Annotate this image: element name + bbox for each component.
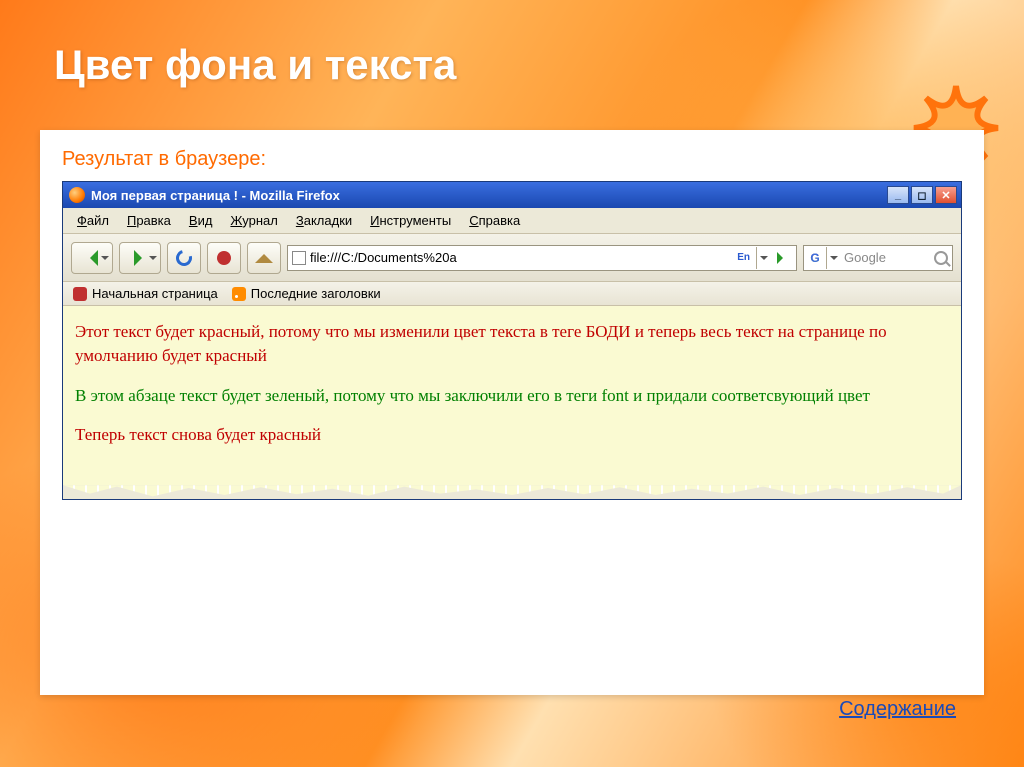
arrow-right-icon (134, 250, 150, 266)
firefox-menubar: Файл Правка Вид Журнал Закладки Инструме… (63, 208, 961, 234)
minimize-button[interactable]: _ (887, 186, 909, 204)
stop-icon (217, 251, 231, 265)
back-button[interactable] (71, 242, 113, 274)
slide-title: Цвет фона и текста (54, 41, 456, 89)
result-label: Результат в браузере: (62, 148, 962, 171)
title-band: Цвет фона и текста (0, 0, 1024, 130)
search-placeholder: Google (844, 250, 930, 265)
rendered-page: Этот текст будет красный, потому что мы … (63, 306, 961, 485)
search-engine-dropdown[interactable] (826, 247, 840, 269)
lang-indicator: En (735, 252, 752, 263)
firefox-window: Моя первая страница ! - Mozilla Firefox … (62, 181, 962, 500)
reload-button[interactable] (167, 242, 201, 274)
paragraph-green: В этом абзаце текст будет зеленый, потом… (75, 384, 949, 408)
search-bar[interactable]: G Google (803, 245, 953, 271)
search-icon[interactable] (934, 251, 948, 265)
firefox-toolbar: file:///C:/Documents%20a En G Google (63, 234, 961, 282)
paragraph-red-2: Теперь текст снова будет красный (75, 423, 949, 447)
menu-bookmarks[interactable]: Закладки (290, 211, 358, 230)
page-icon (292, 251, 306, 265)
maximize-button[interactable]: ◻ (911, 186, 933, 204)
home-icon (255, 245, 273, 263)
arrow-left-icon (82, 250, 98, 266)
rss-icon (232, 287, 246, 301)
menu-help[interactable]: Справка (463, 211, 526, 230)
close-button[interactable]: ✕ (935, 186, 957, 204)
contents-link[interactable]: Содержание (839, 698, 956, 721)
url-text: file:///C:/Documents%20a (310, 250, 731, 265)
url-bar[interactable]: file:///C:/Documents%20a En (287, 245, 797, 271)
url-dropdown[interactable] (756, 247, 770, 269)
content-panel: Результат в браузере: Моя первая страниц… (40, 130, 984, 695)
home-button[interactable] (247, 242, 281, 274)
paragraph-red-1: Этот текст будет красный, потому что мы … (75, 320, 949, 368)
stop-button[interactable] (207, 242, 241, 274)
bookmark-label: Начальная страница (92, 286, 218, 301)
bookmarks-toolbar: Начальная страница Последние заголовки (63, 282, 961, 306)
google-icon: G (808, 251, 822, 265)
window-title: Моя первая страница ! - Mozilla Firefox (91, 188, 887, 203)
torn-edge-decoration (63, 485, 961, 499)
menu-tools[interactable]: Инструменты (364, 211, 457, 230)
reload-icon (173, 247, 195, 269)
go-button[interactable] (774, 249, 792, 267)
menu-file[interactable]: Файл (71, 211, 115, 230)
bookmark-icon (73, 287, 87, 301)
firefox-icon (69, 187, 85, 203)
bookmark-latest-headlines[interactable]: Последние заголовки (232, 286, 381, 301)
firefox-titlebar[interactable]: Моя первая страница ! - Mozilla Firefox … (63, 182, 961, 208)
menu-edit[interactable]: Правка (121, 211, 177, 230)
menu-history[interactable]: Журнал (224, 211, 283, 230)
bookmark-label: Последние заголовки (251, 286, 381, 301)
bookmark-home-page[interactable]: Начальная страница (73, 286, 218, 301)
window-buttons: _ ◻ ✕ (887, 186, 957, 204)
menu-view[interactable]: Вид (183, 211, 219, 230)
forward-button[interactable] (119, 242, 161, 274)
